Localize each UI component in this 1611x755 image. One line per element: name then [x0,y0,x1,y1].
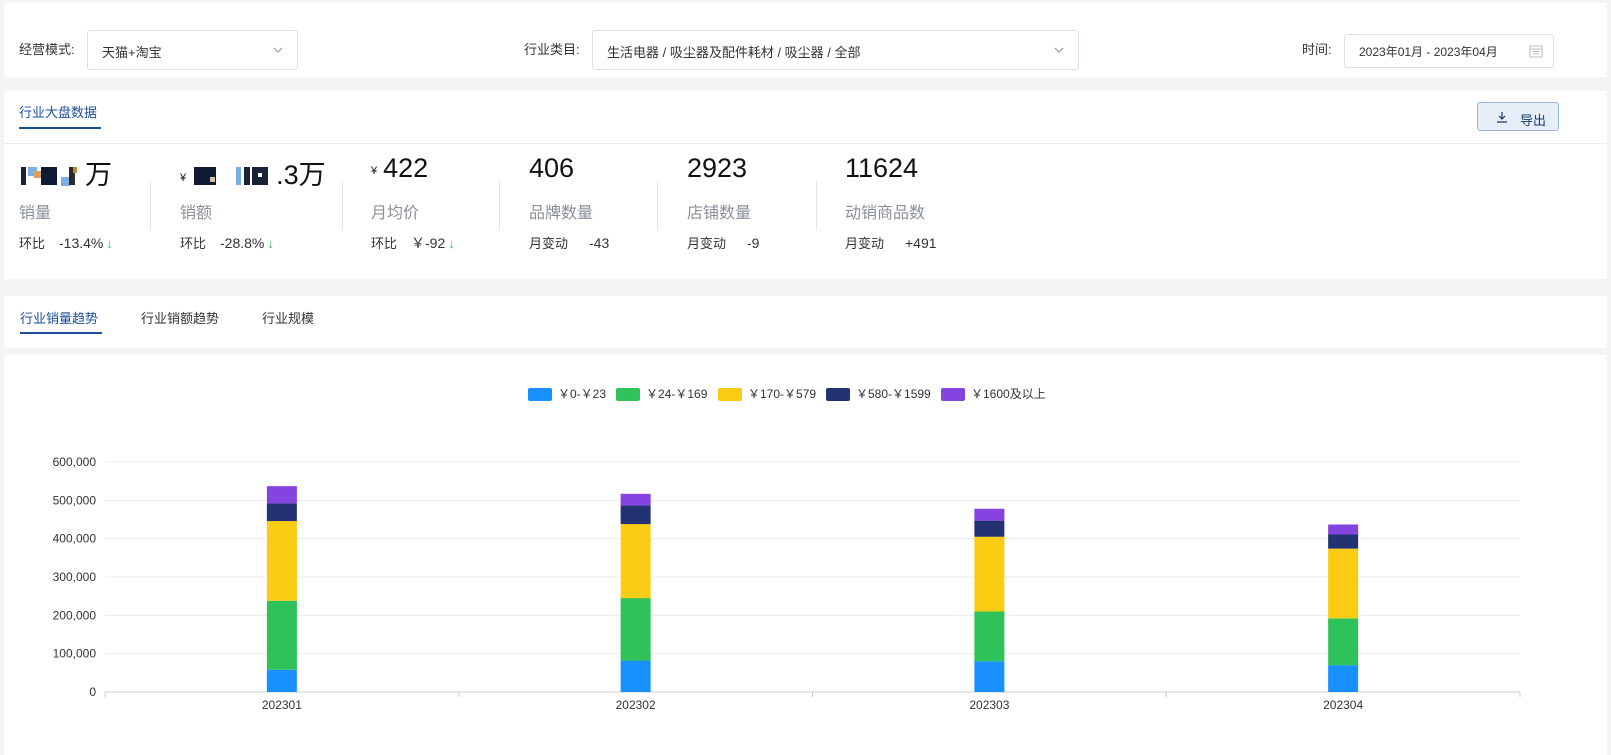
legend-label: ￥170-￥579 [748,387,816,401]
separator [657,180,658,230]
mode-select-value: 天猫+淘宝 [102,45,162,60]
chevron-down-icon [273,47,283,53]
metric-change: 环比 -13.4% ↓ [19,235,113,251]
legend-swatch [826,388,850,401]
legend-label: ￥580-￥1599 [856,387,931,401]
stacked-bar-chart: ￥0-￥23 ￥24-￥169 ￥170-￥579 ￥580-￥1599 ￥1600及以… [53,387,1521,712]
metric-change: 环比 -28.8% ↓ [180,235,274,251]
separator [499,180,500,230]
x-tick-label: 202302 [616,698,656,712]
export-button-label: 导出 [1520,113,1547,128]
category-select-value: 生活电器 / 吸尘器及配件耗材 / 吸尘器 / 全部 [607,45,861,60]
tab-underline [20,332,102,334]
bar-segment [266,486,297,504]
metric-value: 2923 [687,153,748,183]
metric-change: 月变动 -9 [687,235,760,251]
bar-segment [974,508,1005,521]
y-tick-label: 200,000 [53,608,97,622]
x-tick-label: 202303 [969,698,1009,712]
y-tick-label: 300,000 [53,570,97,584]
metric-value: ¥ .3万 [180,160,326,190]
date-range-picker[interactable]: 2023年01月 - 2023年04月 [1344,34,1554,68]
chart-card: ￥0-￥23 ￥24-￥169 ￥170-￥579 ￥580-￥1599 ￥1600及以… [4,355,1607,755]
metric-value: ¥422 [371,153,429,183]
mode-select[interactable]: 天猫+淘宝 [87,30,298,70]
metric-name: 动销商品数 [845,205,926,222]
industry-overview-card: 行业大盘数据 导出 万 销量 环比 -13.4% ↓ ¥ .3万 销额 环比 -… [4,91,1607,279]
bar-segment [620,493,651,506]
masked-value [19,163,85,187]
legend-label: ￥1600及以上 [971,387,1046,401]
tab-industry-scale[interactable]: 行业规模 [262,308,314,327]
category-select[interactable]: 生活电器 / 吸尘器及配件耗材 / 吸尘器 / 全部 [592,30,1079,70]
metric-value: 406 [529,153,575,183]
filter-bar: 经营模式: 天猫+淘宝 行业类目: 生活电器 / 吸尘器及配件耗材 / 吸尘器 … [4,3,1607,77]
metric-name: 品牌数量 [529,205,594,222]
bar-segment [620,505,651,525]
metric-change: 月变动 +491 [845,235,937,251]
bar-segment [620,660,651,692]
trend-tabs: 行业销量趋势 行业销额趋势 行业规模 [4,296,1607,348]
legend-swatch [941,388,965,401]
bar-segment [266,503,297,522]
divider [4,143,1607,144]
legend-swatch [528,388,552,401]
y-tick-label: 600,000 [53,455,97,469]
bar-segment [266,669,297,692]
metric-value: 万 [19,153,112,190]
bar-segment [1328,665,1359,692]
legend-label: ￥24-￥169 [646,387,708,401]
overview-tab[interactable]: 行业大盘数据 [19,102,97,121]
y-tick-label: 500,000 [53,493,97,507]
bar-segment [266,600,297,670]
separator [816,180,817,230]
legend-swatch [718,388,742,401]
bar-segment [974,520,1005,537]
bar-segment [1328,548,1359,619]
time-label: 时间: [1302,42,1332,57]
bar-segment [1328,618,1359,666]
export-button[interactable]: 导出 [1477,102,1559,131]
date-range-value: 2023年01月 - 2023年04月 [1359,45,1498,59]
metric-name: 月均价 [371,205,420,222]
mode-label: 经营模式: [19,42,75,57]
arrow-down-icon: ↓ [106,236,113,251]
separator [150,180,151,230]
legend-label: ￥0-￥23 [558,387,606,401]
metric-change: 环比 ￥-92 ↓ [371,235,455,251]
bar-segment [974,661,1005,692]
tab-sales-volume-trend[interactable]: 行业销量趋势 [20,308,98,327]
legend-swatch [616,388,640,401]
tab-underline [19,127,101,129]
category-label: 行业类目: [524,42,580,57]
bar-segment [974,536,1005,612]
y-tick-label: 400,000 [53,532,97,546]
metric-name: 销额 [180,205,213,222]
calendar-icon [1529,45,1543,58]
y-tick-label: 0 [89,685,96,699]
masked-value [192,163,276,187]
tab-sales-amount-trend[interactable]: 行业销额趋势 [141,308,219,327]
x-tick-label: 202304 [1323,698,1363,712]
x-tick-label: 202301 [262,698,302,712]
y-tick-label: 100,000 [53,647,97,661]
download-icon [1497,112,1507,123]
separator [342,180,343,230]
arrow-down-icon: ↓ [448,236,455,251]
metric-value: 11624 [845,153,919,183]
metric-change: 月变动 -43 [529,235,610,251]
metric-name: 销量 [19,205,52,222]
bar-segment [266,521,297,601]
bar-segment [1328,534,1359,549]
arrow-down-icon: ↓ [267,236,274,251]
bar-segment [1328,524,1359,535]
bar-segment [620,598,651,661]
bar-segment [620,524,651,599]
chevron-down-icon [1054,47,1064,53]
metric-name: 店铺数量 [687,205,752,222]
bar-segment [974,611,1005,662]
